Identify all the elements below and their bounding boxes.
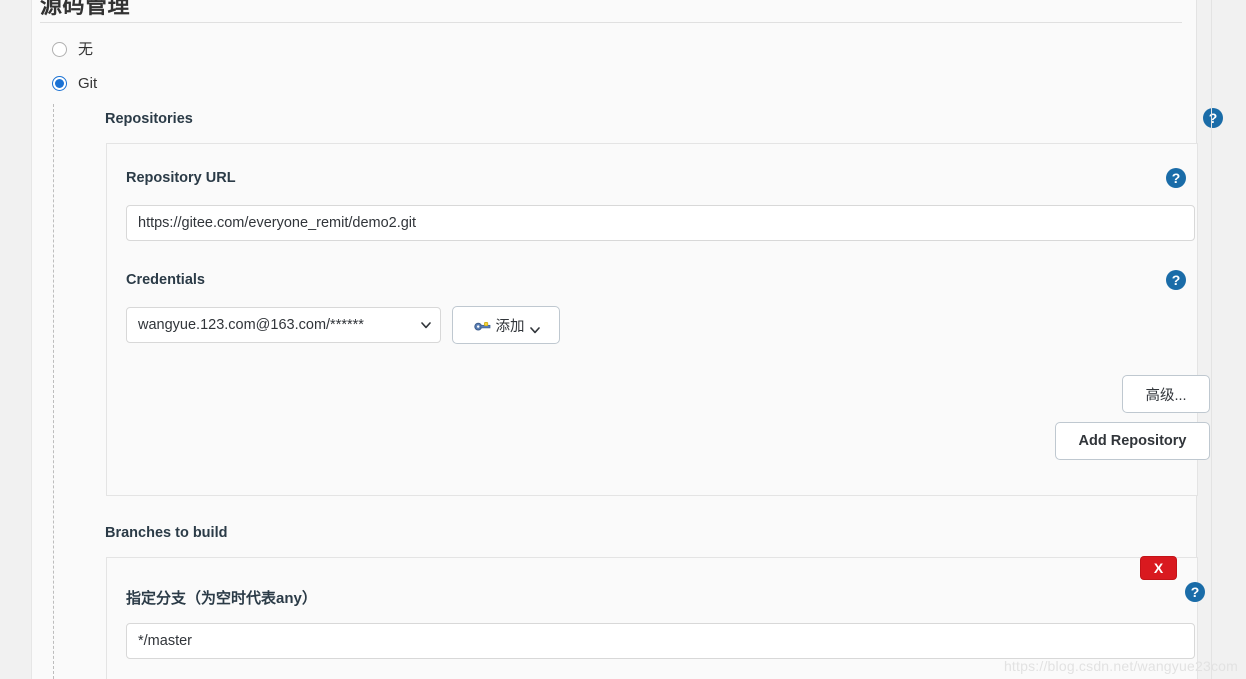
advanced-button-label: 高级... (1145, 387, 1187, 404)
scm-option-none-label: 无 (78, 41, 94, 58)
radio-git[interactable] (52, 76, 67, 91)
add-credential-label: 添加 (495, 318, 525, 335)
scm-option-none[interactable]: 无 (52, 42, 93, 57)
right-rail-divider (1211, 0, 1212, 679)
credentials-select-wrap: wangyue.123.com@163.com/****** - none - (126, 307, 441, 343)
credentials-label: Credentials (126, 272, 205, 288)
branch-spec-label: 指定分支（为空时代表any） (126, 590, 317, 607)
repository-url-help-icon[interactable]: ? (1166, 168, 1186, 188)
page-title: 源码管理 (40, 0, 131, 18)
git-config-block: Repositories ? Repository URL ? Credenti… (53, 104, 1223, 679)
delete-branch-button[interactable]: X (1140, 556, 1177, 580)
watermark: https://blog.csdn.net/wangyue23com (1003, 658, 1238, 674)
repository-url-label: Repository URL (126, 170, 236, 186)
branches-to-build-label: Branches to build (105, 525, 228, 541)
page-root: 源码管理 无 Git Repositories ? Repository URL… (0, 0, 1246, 679)
scm-option-git[interactable]: Git (52, 76, 97, 91)
title-divider (40, 22, 1182, 23)
credentials-select[interactable]: wangyue.123.com@163.com/****** - none - (126, 307, 441, 343)
key-icon (473, 319, 491, 332)
branch-spec-input[interactable] (126, 623, 1195, 659)
repository-url-input[interactable] (126, 205, 1195, 241)
add-repository-button-label: Add Repository (1078, 433, 1187, 449)
radio-none[interactable] (52, 42, 67, 57)
chevron-down-icon (529, 322, 540, 334)
add-credential-button[interactable]: 添加 (452, 306, 560, 344)
repository-panel: Repository URL ? Credentials ? wangyue.1… (106, 143, 1210, 496)
repositories-help-icon[interactable]: ? (1203, 108, 1223, 128)
add-repository-button[interactable]: Add Repository (1055, 422, 1210, 460)
repositories-label: Repositories (105, 111, 193, 127)
advanced-button[interactable]: 高级... (1122, 375, 1210, 413)
branches-help-icon[interactable]: ? (1185, 582, 1205, 602)
scm-option-git-label: Git (78, 75, 98, 92)
credentials-help-icon[interactable]: ? (1166, 270, 1186, 290)
scm-config-pane: 源码管理 无 Git Repositories ? Repository URL… (31, 0, 1223, 679)
